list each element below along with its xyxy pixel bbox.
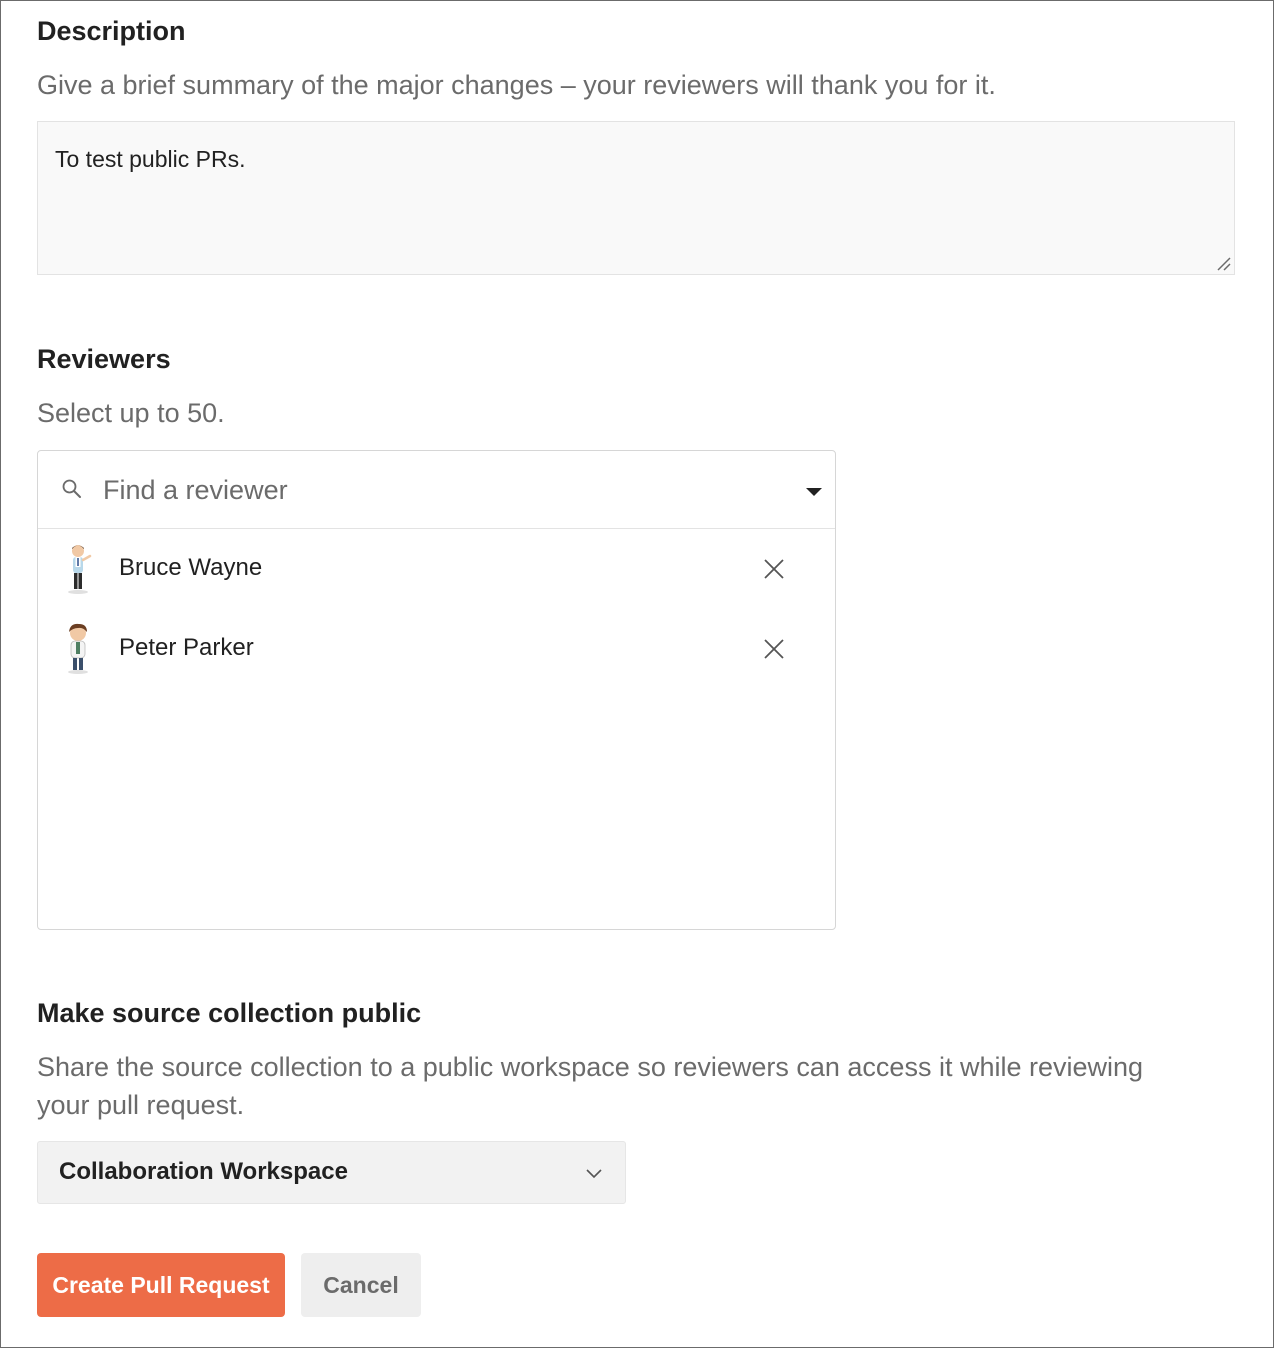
public-collection-heading: Make source collection public [37, 998, 422, 1028]
description-value[interactable]: To test public PRs. [55, 146, 245, 173]
workspace-select[interactable]: Collaboration Workspace [37, 1141, 626, 1204]
avatar-illustration [68, 545, 92, 594]
public-collection-helper-line2: your pull request. [37, 1090, 245, 1120]
create-pull-request-button[interactable]: Create Pull Request [37, 1253, 285, 1317]
chevron-down-icon [586, 1169, 602, 1179]
public-collection-helper-line1: Share the source collection to a public … [37, 1052, 1144, 1082]
description-heading: Description [37, 16, 186, 46]
reviewers-heading: Reviewers [37, 344, 171, 374]
description-textarea[interactable]: To test public PRs. [37, 121, 1235, 275]
caret-down-icon[interactable] [806, 488, 822, 496]
resize-handle-icon[interactable] [1215, 255, 1231, 271]
reviewers-helper-text: Select up to 50. [37, 398, 225, 428]
reviewer-name: Bruce Wayne [119, 554, 263, 581]
workspace-select-value: Collaboration Workspace [59, 1158, 348, 1185]
reviewer-item: Peter Parker [38, 618, 835, 678]
reviewer-picker: Bruce Wayne Peter Parker [37, 450, 836, 930]
reviewer-name: Peter Parker [119, 634, 254, 661]
description-helper-text: Give a brief summary of the major change… [37, 70, 996, 100]
close-icon[interactable] [760, 555, 788, 583]
avatar-illustration [68, 623, 88, 674]
cancel-button[interactable]: Cancel [301, 1253, 421, 1317]
reviewer-search-input[interactable] [103, 471, 783, 509]
close-icon[interactable] [760, 635, 788, 663]
reviewer-item: Bruce Wayne [38, 538, 835, 598]
reviewer-search-row[interactable] [38, 451, 835, 529]
search-icon [62, 479, 81, 498]
